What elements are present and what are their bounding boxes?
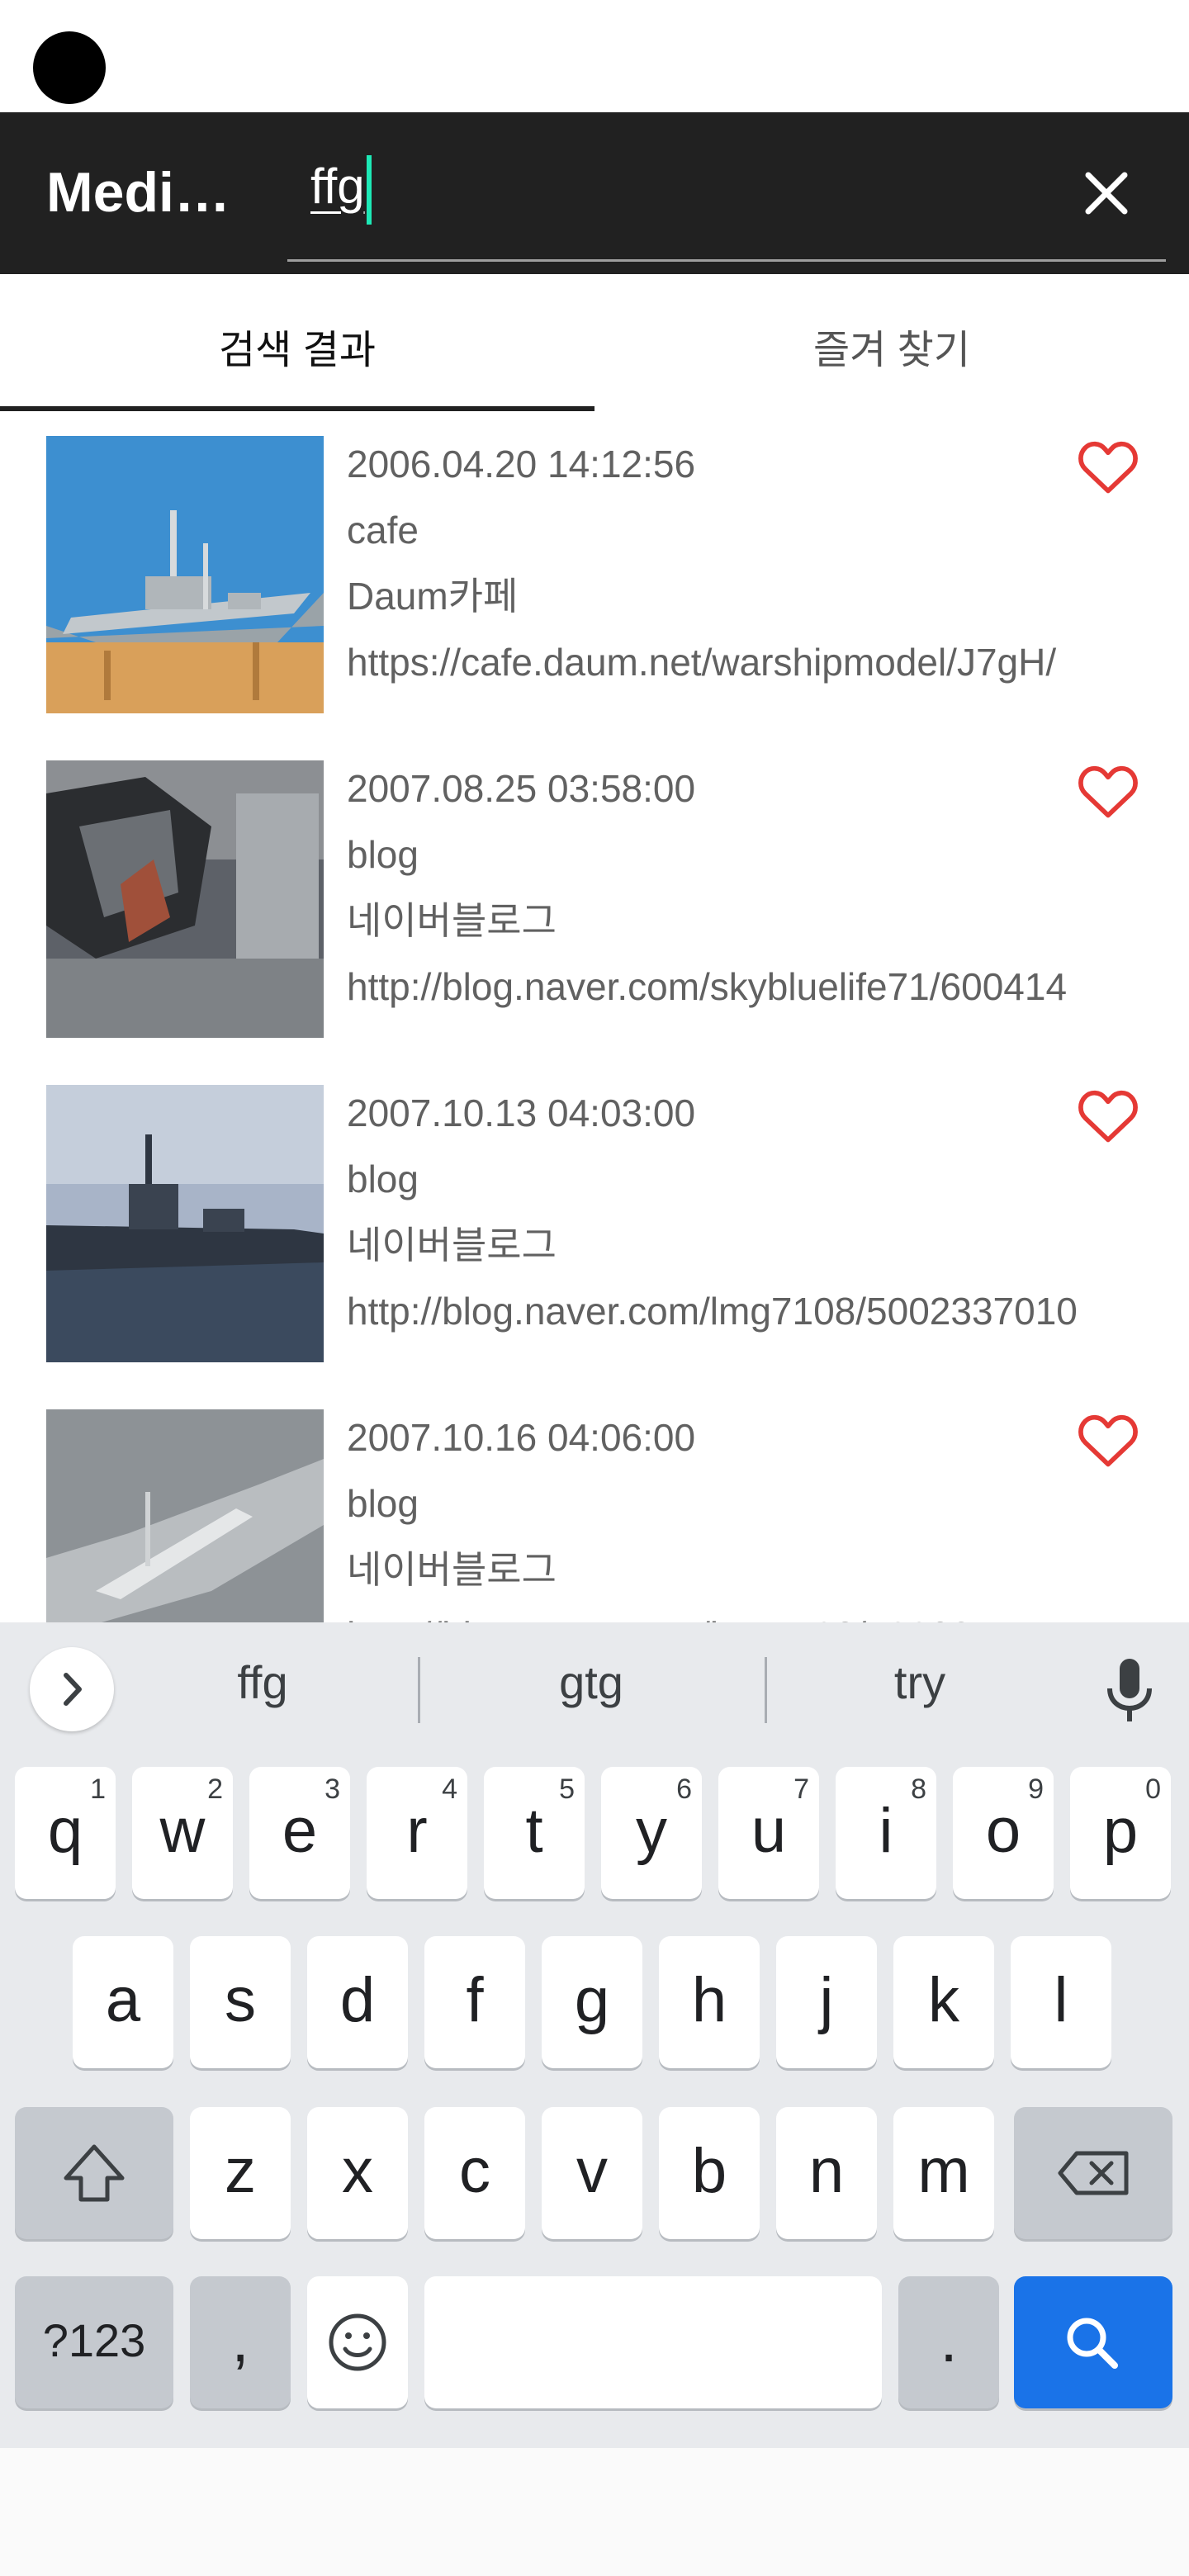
key-l[interactable]: l bbox=[1011, 1936, 1111, 2068]
result-meta: 2007.10.13 04:03:00 blog 네이버블로그 http://b… bbox=[347, 1087, 1146, 1351]
key-j[interactable]: j bbox=[776, 1936, 877, 2068]
key-f[interactable]: f bbox=[424, 1936, 525, 2068]
key-e[interactable]: 3e bbox=[249, 1767, 350, 1899]
result-source: 네이버블로그 bbox=[347, 1224, 557, 1267]
list-item[interactable]: 2007.10.16 04:06:00 blog 네이버블로그 http://b… bbox=[0, 1386, 1189, 1622]
suggestion-3[interactable]: try bbox=[755, 1655, 1085, 1709]
list-item[interactable]: 2006.04.20 14:12:56 cafe Daum카페 https://… bbox=[0, 413, 1189, 736]
favorite-heart-icon[interactable] bbox=[1077, 438, 1139, 497]
period-key[interactable]: . bbox=[898, 2276, 999, 2408]
favorite-heart-icon[interactable] bbox=[1077, 762, 1139, 822]
result-datetime: 2007.10.13 04:03:00 bbox=[347, 1091, 696, 1134]
result-thumbnail bbox=[46, 436, 324, 713]
result-meta: 2007.08.25 03:58:00 blog 네이버블로그 http://b… bbox=[347, 762, 1146, 1026]
result-url[interactable]: http://blog.naver.com/skybluelife71/6004… bbox=[347, 960, 1146, 1026]
key-t[interactable]: 5t bbox=[484, 1767, 585, 1899]
comma-key[interactable]: , bbox=[190, 2276, 291, 2408]
search-underline bbox=[287, 259, 1166, 262]
key-r[interactable]: 4r bbox=[367, 1767, 467, 1899]
result-thumbnail bbox=[46, 1409, 324, 1622]
key-o[interactable]: 9o bbox=[953, 1767, 1054, 1899]
app-title: Medi… bbox=[46, 161, 230, 224]
result-datetime: 2007.10.16 04:06:00 bbox=[347, 1416, 696, 1459]
key-a[interactable]: a bbox=[73, 1936, 173, 2068]
backspace-key[interactable] bbox=[1014, 2107, 1172, 2239]
navigation-bar bbox=[0, 2448, 1189, 2576]
result-source: Daum카페 bbox=[347, 575, 519, 618]
soft-keyboard: ffg gtg try 1q 2w 3e 4r 5t 6y 7u 8i 9o 0… bbox=[0, 1622, 1189, 2448]
mic-icon[interactable] bbox=[1103, 1655, 1156, 1725]
key-g[interactable]: g bbox=[542, 1936, 642, 2068]
text-caret bbox=[366, 155, 372, 225]
shift-icon bbox=[64, 2144, 125, 2202]
results-list[interactable]: 2006.04.20 14:12:56 cafe Daum카페 https://… bbox=[0, 413, 1189, 1622]
suggestion-1[interactable]: ffg bbox=[97, 1655, 428, 1709]
result-type: blog bbox=[347, 833, 419, 876]
list-item[interactable]: 2007.10.13 04:03:00 blog 네이버블로그 http://b… bbox=[0, 1062, 1189, 1385]
key-i[interactable]: 8i bbox=[836, 1767, 936, 1899]
result-url[interactable]: http://blog.naver.com/lmg7108/5002337010 bbox=[347, 1285, 1146, 1351]
backspace-icon bbox=[1058, 2151, 1129, 2195]
key-y[interactable]: 6y bbox=[601, 1767, 702, 1899]
result-source: 네이버블로그 bbox=[347, 899, 557, 942]
result-type: blog bbox=[347, 1158, 419, 1200]
key-x[interactable]: x bbox=[307, 2107, 408, 2239]
tab-search-results[interactable]: 검색 결과 bbox=[0, 317, 594, 375]
close-icon[interactable] bbox=[1077, 163, 1136, 223]
key-u[interactable]: 7u bbox=[718, 1767, 819, 1899]
key-m[interactable]: m bbox=[893, 2107, 994, 2239]
camera-cutout bbox=[33, 31, 106, 104]
key-q[interactable]: 1q bbox=[15, 1767, 116, 1899]
key-p[interactable]: 0p bbox=[1070, 1767, 1171, 1899]
suggestion-2[interactable]: gtg bbox=[426, 1655, 756, 1709]
key-z[interactable]: z bbox=[190, 2107, 291, 2239]
key-d[interactable]: d bbox=[307, 1936, 408, 2068]
result-datetime: 2007.08.25 03:58:00 bbox=[347, 767, 696, 810]
key-w[interactable]: 2w bbox=[132, 1767, 233, 1899]
key-v[interactable]: v bbox=[542, 2107, 642, 2239]
key-b[interactable]: b bbox=[659, 2107, 760, 2239]
result-url[interactable]: http://blog.naver.com/lmg7108/500234717 bbox=[347, 1609, 1146, 1622]
favorite-heart-icon[interactable] bbox=[1077, 1411, 1139, 1470]
search-key[interactable] bbox=[1014, 2276, 1172, 2408]
app-bar: Medi… ffg bbox=[0, 112, 1189, 274]
result-datetime: 2006.04.20 14:12:56 bbox=[347, 443, 696, 485]
result-thumbnail bbox=[46, 760, 324, 1038]
search-input-value: ffg bbox=[310, 158, 365, 214]
shift-key[interactable] bbox=[15, 2107, 173, 2239]
suggestion-divider bbox=[418, 1657, 420, 1723]
emoji-key[interactable] bbox=[307, 2276, 408, 2408]
tab-favorites[interactable]: 즐겨 찾기 bbox=[594, 317, 1189, 375]
tab-bar: 검색 결과 즐겨 찾기 bbox=[0, 274, 1189, 413]
result-type: cafe bbox=[347, 509, 419, 552]
result-meta: 2007.10.16 04:06:00 blog 네이버블로그 http://b… bbox=[347, 1411, 1146, 1622]
status-bar bbox=[0, 0, 1189, 112]
symbols-key[interactable]: ?123 bbox=[15, 2276, 173, 2408]
key-k[interactable]: k bbox=[893, 1936, 994, 2068]
key-c[interactable]: c bbox=[424, 2107, 525, 2239]
search-input[interactable]: ffg bbox=[310, 155, 372, 225]
result-type: blog bbox=[347, 1482, 419, 1525]
search-icon bbox=[1067, 2318, 1118, 2369]
key-s[interactable]: s bbox=[190, 1936, 291, 2068]
emoji-icon bbox=[329, 2313, 386, 2371]
key-h[interactable]: h bbox=[659, 1936, 760, 2068]
result-url[interactable]: https://cafe.daum.net/warshipmodel/J7gH/ bbox=[347, 636, 1146, 702]
result-source: 네이버블로그 bbox=[347, 1548, 557, 1591]
list-item[interactable]: 2007.08.25 03:58:00 blog 네이버블로그 http://b… bbox=[0, 737, 1189, 1061]
result-thumbnail bbox=[46, 1085, 324, 1362]
favorite-heart-icon[interactable] bbox=[1077, 1087, 1139, 1146]
key-n[interactable]: n bbox=[776, 2107, 877, 2239]
tab-indicator bbox=[0, 406, 594, 411]
space-key[interactable] bbox=[424, 2276, 882, 2408]
result-meta: 2006.04.20 14:12:56 cafe Daum카페 https://… bbox=[347, 438, 1146, 702]
